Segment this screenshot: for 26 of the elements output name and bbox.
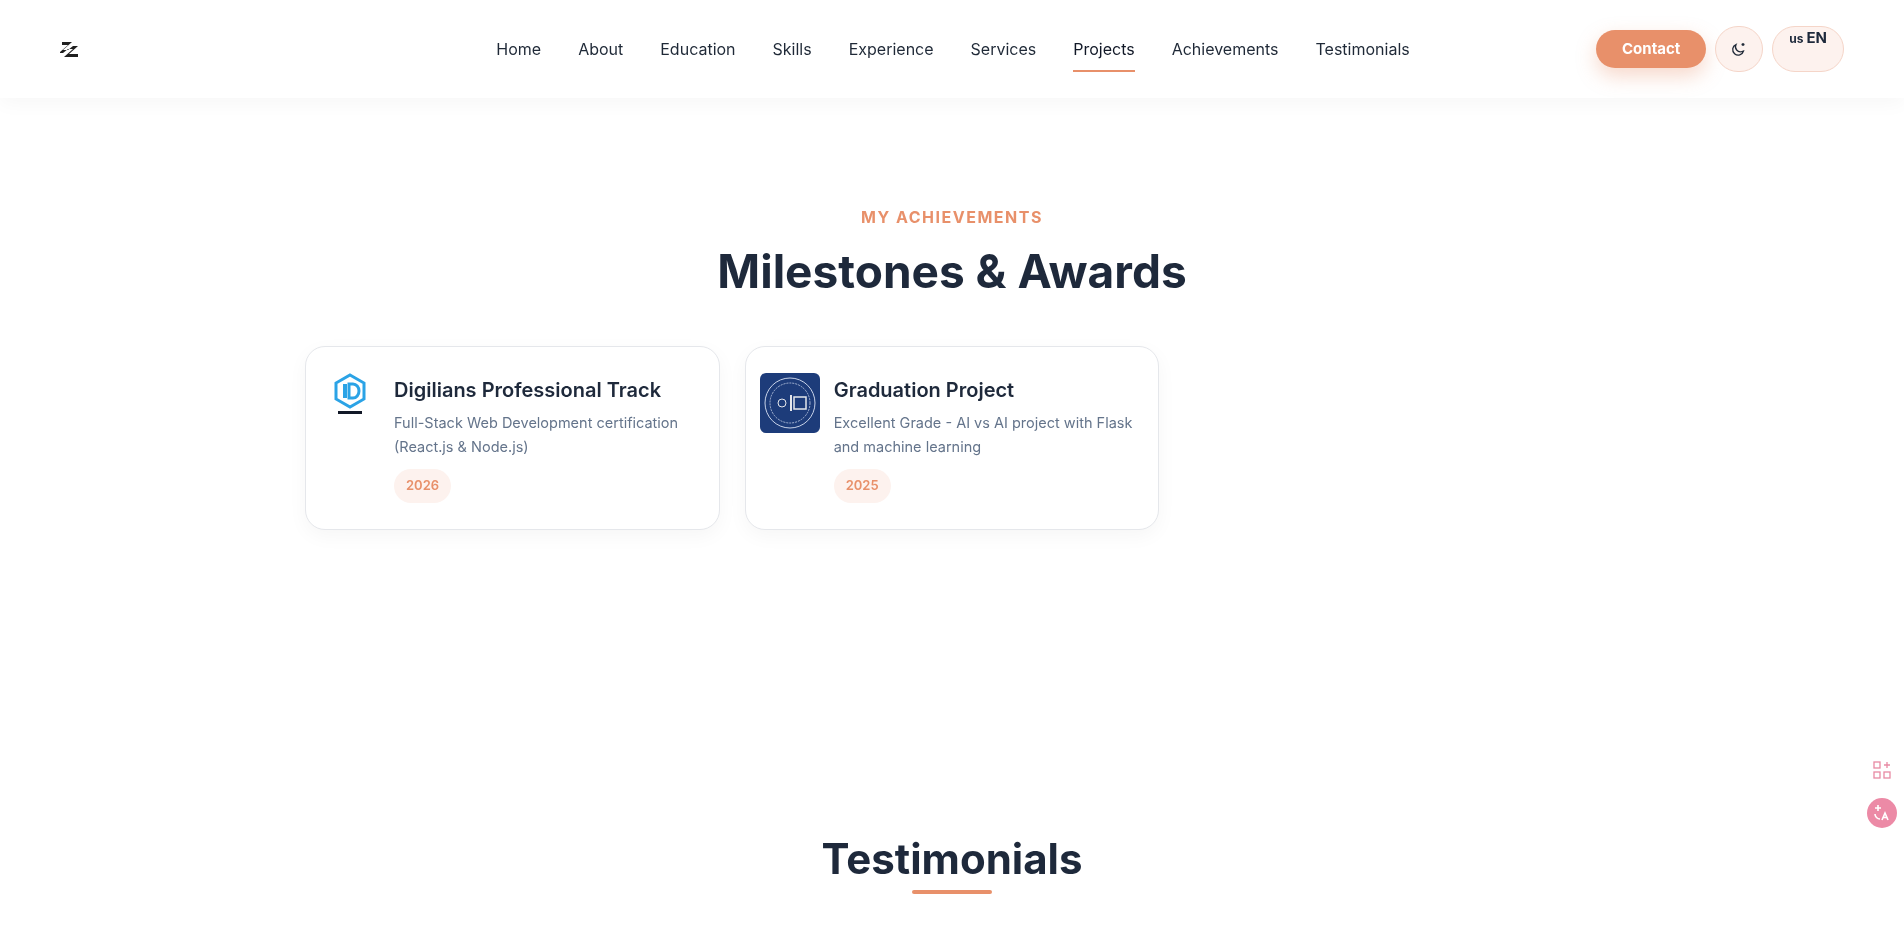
- nav-link[interactable]: Services: [970, 26, 1037, 72]
- card-description: Full-Stack Web Development certification (React.js & Node.js): [394, 413, 680, 457]
- nav-link[interactable]: Achievements: [1171, 26, 1279, 72]
- card-description: Excellent Grade - AI vs AI project with Flask and machine learning: [833, 413, 1134, 458]
- section-title: Milestones & Awards: [717, 242, 1187, 301]
- card-title: Graduation Project: [833, 377, 1015, 404]
- moon-icon: [1731, 41, 1748, 57]
- section-eyebrow: MY ACHIEVEMENTS: [861, 206, 1043, 229]
- theme-toggle-button[interactable]: [1715, 26, 1764, 72]
- translate-button[interactable]: [1867, 798, 1897, 828]
- card-title: Digilians Professional Track: [394, 377, 662, 404]
- nav-link[interactable]: Home: [496, 26, 542, 72]
- translate-icon: [1873, 804, 1891, 822]
- section-title: Testimonials: [821, 834, 1083, 884]
- nav-link[interactable]: Projects: [1073, 26, 1135, 72]
- nav-link[interactable]: Education: [660, 26, 736, 72]
- year-badge: 2026: [394, 469, 452, 503]
- language-button[interactable]: us EN: [1772, 26, 1844, 72]
- year-badge: 2025: [833, 469, 891, 503]
- logo-icon[interactable]: [60, 39, 80, 59]
- nav-link[interactable]: Experience: [848, 26, 934, 72]
- nav-link[interactable]: Skills: [772, 26, 812, 72]
- apps-icon: [1873, 761, 1891, 779]
- nav-link[interactable]: Testimonials: [1315, 26, 1410, 72]
- university-seal-icon: [759, 373, 820, 433]
- nav-link[interactable]: About: [578, 26, 624, 72]
